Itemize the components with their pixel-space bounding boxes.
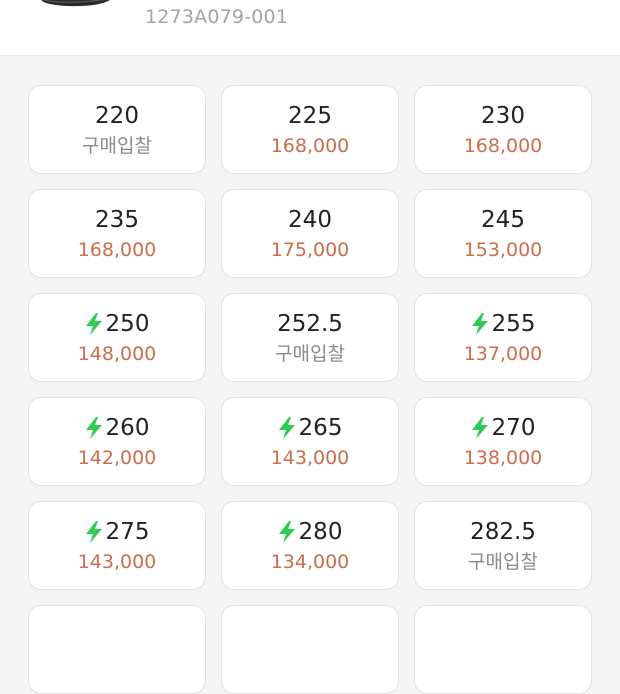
size-row: 225 xyxy=(288,101,332,131)
price-label: 168,000 xyxy=(270,134,350,157)
size-label: 260 xyxy=(105,414,150,441)
price-label: 153,000 xyxy=(463,238,543,261)
size-option[interactable]: 282.5 구매입찰 xyxy=(414,501,592,590)
size-option[interactable]: 225 168,000 xyxy=(221,85,399,174)
size-label: 252.5 xyxy=(277,310,343,337)
size-option[interactable] xyxy=(221,605,399,694)
size-row: 220 xyxy=(95,101,139,131)
price-label: 134,000 xyxy=(270,550,350,573)
price-label: 168,000 xyxy=(77,238,157,261)
price-label: 143,000 xyxy=(77,550,157,573)
size-row: 282.5 xyxy=(470,517,536,547)
size-label: 250 xyxy=(105,310,150,337)
size-label: 280 xyxy=(298,518,343,545)
size-option[interactable]: 252.5 구매입찰 xyxy=(221,293,399,382)
size-row: 260 xyxy=(85,413,150,443)
fast-delivery-bolt-icon xyxy=(278,520,296,543)
size-option[interactable]: 255 137,000 xyxy=(414,293,592,382)
bid-label: 구매입찰 xyxy=(82,134,152,157)
shoe-thumbnail xyxy=(38,0,114,10)
price-label: 142,000 xyxy=(77,446,157,469)
fast-delivery-bolt-icon xyxy=(85,312,103,335)
size-row: 252.5 xyxy=(277,309,343,339)
price-label: 137,000 xyxy=(463,342,543,365)
size-label: 225 xyxy=(288,102,332,129)
product-header: 1273A079-001 xyxy=(0,0,620,56)
size-row: 245 xyxy=(481,205,525,235)
size-option[interactable]: 265 143,000 xyxy=(221,397,399,486)
size-option[interactable]: 280 134,000 xyxy=(221,501,399,590)
size-label: 275 xyxy=(105,518,150,545)
size-option[interactable]: 275 143,000 xyxy=(28,501,206,590)
fast-delivery-bolt-icon xyxy=(85,520,103,543)
size-row: 250 xyxy=(85,309,150,339)
size-row: 240 xyxy=(288,205,332,235)
fast-delivery-bolt-icon xyxy=(471,416,489,439)
size-label: 240 xyxy=(288,206,332,233)
size-label: 245 xyxy=(481,206,525,233)
price-label: 168,000 xyxy=(463,134,543,157)
price-label: 138,000 xyxy=(463,446,543,469)
size-option[interactable]: 260 142,000 xyxy=(28,397,206,486)
size-row: 270 xyxy=(471,413,536,443)
size-option[interactable]: 235 168,000 xyxy=(28,189,206,278)
size-label: 230 xyxy=(481,102,525,129)
size-option[interactable]: 240 175,000 xyxy=(221,189,399,278)
size-label: 255 xyxy=(491,310,536,337)
size-grid: 220 구매입찰 225 168,000 230 168,000 235 168,000 240… xyxy=(28,85,592,694)
size-label: 265 xyxy=(298,414,343,441)
size-label: 270 xyxy=(491,414,536,441)
size-row: 275 xyxy=(85,517,150,547)
size-row: 235 xyxy=(95,205,139,235)
size-option[interactable]: 250 148,000 xyxy=(28,293,206,382)
bid-label: 구매입찰 xyxy=(468,550,538,573)
size-option[interactable]: 245 153,000 xyxy=(414,189,592,278)
size-row: 255 xyxy=(471,309,536,339)
fast-delivery-bolt-icon xyxy=(471,312,489,335)
price-label: 143,000 xyxy=(270,446,350,469)
size-option[interactable]: 230 168,000 xyxy=(414,85,592,174)
size-row: 265 xyxy=(278,413,343,443)
size-row: 230 xyxy=(481,101,525,131)
fast-delivery-bolt-icon xyxy=(85,416,103,439)
size-row: 280 xyxy=(278,517,343,547)
size-option[interactable]: 270 138,000 xyxy=(414,397,592,486)
bid-label: 구매입찰 xyxy=(275,342,345,365)
size-option[interactable]: 220 구매입찰 xyxy=(28,85,206,174)
size-option[interactable] xyxy=(28,605,206,694)
size-option[interactable] xyxy=(414,605,592,694)
fast-delivery-bolt-icon xyxy=(278,416,296,439)
price-label: 175,000 xyxy=(270,238,350,261)
size-label: 235 xyxy=(95,206,139,233)
model-code: 1273A079-001 xyxy=(145,6,289,28)
price-label: 148,000 xyxy=(77,342,157,365)
size-label: 282.5 xyxy=(470,518,536,545)
size-label: 220 xyxy=(95,102,139,129)
